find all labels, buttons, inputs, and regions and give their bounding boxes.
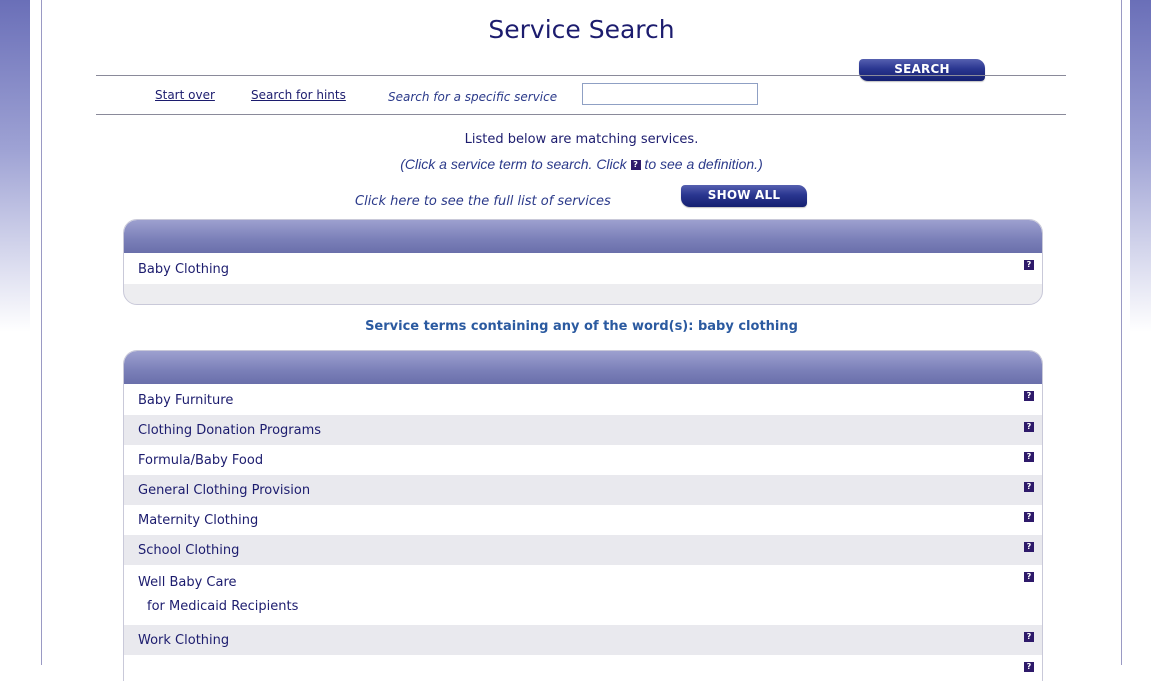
help-icon[interactable]: ? bbox=[1024, 662, 1034, 672]
related-terms-title: Service terms containing any of the word… bbox=[365, 319, 798, 334]
search-divider bbox=[96, 114, 1066, 115]
help-icon[interactable]: ? bbox=[1024, 542, 1034, 552]
help-icon[interactable]: ? bbox=[1024, 260, 1034, 270]
service-term-baby-furniture[interactable]: Baby Furniture bbox=[138, 384, 1042, 418]
search-button[interactable]: SEARCH bbox=[859, 59, 985, 81]
page-title: Service Search bbox=[488, 15, 675, 44]
list-item[interactable]: Clothing Donation Programs ? bbox=[124, 415, 1042, 445]
service-term-well-baby-care[interactable]: Well Baby Care bbox=[138, 571, 1042, 595]
instructions-end: to see a definition.) bbox=[640, 156, 763, 172]
list-item[interactable]: Work Clothing ? bbox=[124, 625, 1042, 655]
help-icon[interactable]: ? bbox=[1024, 452, 1034, 462]
list-item[interactable]: Baby Furniture ? bbox=[124, 384, 1042, 415]
instructions: (Click a service term to search. Click ?… bbox=[42, 156, 1121, 172]
search-hints-link[interactable]: Search for hints bbox=[251, 88, 346, 102]
help-icon[interactable]: ? bbox=[1024, 632, 1034, 642]
list-item[interactable]: Well Baby Care for Medicaid Recipients ? bbox=[124, 565, 1042, 625]
start-over-link[interactable]: Start over bbox=[155, 88, 215, 102]
full-list-label: Click here to see the full list of servi… bbox=[355, 194, 611, 209]
service-search-input[interactable] bbox=[582, 83, 758, 105]
exact-match-header bbox=[124, 220, 1042, 253]
help-icon: ? bbox=[630, 160, 641, 171]
help-icon[interactable]: ? bbox=[1024, 391, 1034, 401]
related-terms-header bbox=[124, 351, 1042, 384]
list-item[interactable]: School Clothing ? bbox=[124, 535, 1042, 565]
search-label: Search for a specific service bbox=[388, 90, 558, 104]
service-term-work-clothing[interactable]: Work Clothing bbox=[138, 625, 1042, 657]
help-icon[interactable]: ? bbox=[1024, 512, 1034, 522]
service-term-qualifier: for Medicaid Recipients bbox=[147, 599, 299, 614]
left-side-decoration bbox=[0, 0, 30, 332]
service-term-school-clothing[interactable]: School Clothing bbox=[138, 535, 1042, 567]
service-term-maternity-clothing[interactable]: Maternity Clothing bbox=[138, 505, 1042, 537]
service-term-clothing-donation-programs[interactable]: Clothing Donation Programs bbox=[138, 415, 1042, 447]
related-terms-panel: Baby Furniture ? Clothing Donation Progr… bbox=[123, 350, 1043, 681]
list-item[interactable]: General Clothing Provision ? bbox=[124, 475, 1042, 505]
instructions-start: (Click a service term to search. Click bbox=[400, 156, 631, 172]
content-frame: Service Search SEARCH Start over Search … bbox=[41, 0, 1122, 681]
show-all-button[interactable]: SHOW ALL bbox=[681, 185, 807, 207]
exact-match-panel: Baby Clothing ? bbox=[123, 219, 1043, 305]
service-term-baby-clothing[interactable]: Baby Clothing bbox=[138, 253, 1042, 286]
list-item[interactable]: Baby Clothing ? bbox=[124, 253, 1042, 284]
service-term-formula-baby-food[interactable]: Formula/Baby Food bbox=[138, 445, 1042, 477]
matching-info: Listed below are matching services. bbox=[464, 132, 699, 147]
help-icon[interactable]: ? bbox=[1024, 422, 1034, 432]
list-item[interactable]: Maternity Clothing ? bbox=[124, 505, 1042, 535]
right-side-decoration bbox=[1130, 0, 1151, 332]
top-divider bbox=[96, 75, 1066, 76]
service-term-general-clothing-provision[interactable]: General Clothing Provision bbox=[138, 475, 1042, 507]
list-item[interactable]: ? bbox=[124, 655, 1042, 681]
help-icon[interactable]: ? bbox=[1024, 482, 1034, 492]
help-icon[interactable]: ? bbox=[1024, 572, 1034, 582]
list-item[interactable]: Formula/Baby Food ? bbox=[124, 445, 1042, 475]
